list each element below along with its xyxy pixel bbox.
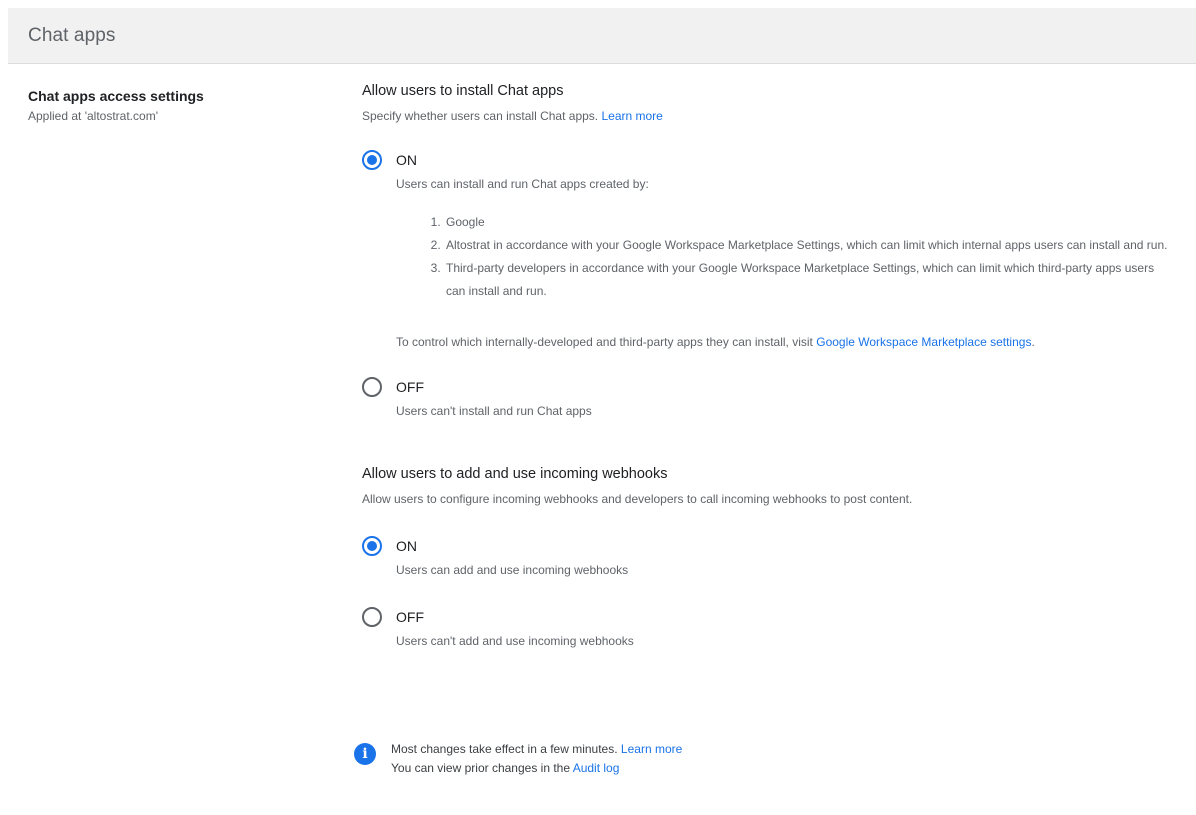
webhooks-off-description: Users can't add and use incoming webhook… bbox=[396, 634, 634, 648]
install-off-radio[interactable] bbox=[362, 377, 382, 397]
header-bar: Chat apps bbox=[8, 8, 1196, 64]
info-line-2: You can view prior changes in the Audit … bbox=[391, 759, 682, 778]
settings-section-info: Chat apps access settings Applied at 'al… bbox=[28, 88, 348, 123]
install-apps-group: Allow users to install Chat apps Specify… bbox=[362, 83, 1172, 418]
info-line-1-text: Most changes take effect in a few minute… bbox=[391, 742, 618, 756]
info-notice: i Most changes take effect in a few minu… bbox=[354, 740, 682, 778]
settings-panel: Allow users to install Chat apps Specify… bbox=[362, 83, 1172, 648]
install-off-label: OFF bbox=[396, 379, 424, 395]
info-line-2-text: You can view prior changes in the bbox=[391, 761, 571, 775]
info-learn-more-link[interactable]: Learn more bbox=[621, 742, 682, 756]
webhooks-option-off[interactable]: OFF Users can't add and use incoming web… bbox=[362, 607, 1172, 648]
webhooks-group: Allow users to add and use incoming webh… bbox=[362, 466, 1172, 648]
webhooks-off-label: OFF bbox=[396, 609, 424, 625]
section-title: Chat apps access settings bbox=[28, 88, 204, 104]
webhooks-description: Allow users to configure incoming webhoo… bbox=[362, 492, 913, 506]
install-on-radio[interactable] bbox=[362, 150, 382, 170]
app-creator-list: Google Altostrat in accordance with your… bbox=[396, 211, 1174, 303]
webhooks-title: Allow users to add and use incoming webh… bbox=[362, 466, 668, 482]
webhooks-on-description: Users can add and use incoming webhooks bbox=[396, 563, 629, 577]
install-apps-description-text: Specify whether users can install Chat a… bbox=[362, 109, 599, 123]
webhooks-on-radio[interactable] bbox=[362, 536, 382, 556]
install-on-description: Users can install and run Chat apps crea… bbox=[396, 177, 649, 191]
webhooks-on-label: ON bbox=[396, 538, 417, 554]
install-option-off[interactable]: OFF Users can't install and run Chat app… bbox=[362, 377, 1172, 418]
audit-log-link[interactable]: Audit log bbox=[573, 761, 620, 775]
marketplace-control-note: To control which internally-developed an… bbox=[396, 335, 1172, 349]
list-item: Third-party developers in accordance wit… bbox=[444, 257, 1174, 303]
info-line-1: Most changes take effect in a few minute… bbox=[391, 740, 682, 759]
install-on-label: ON bbox=[396, 152, 417, 168]
list-item: Google bbox=[444, 211, 1174, 234]
marketplace-control-text: To control which internally-developed an… bbox=[396, 335, 813, 349]
marketplace-control-end: . bbox=[1031, 335, 1035, 349]
info-text: Most changes take effect in a few minute… bbox=[391, 740, 682, 778]
list-item: Altostrat in accordance with your Google… bbox=[444, 234, 1174, 257]
install-learn-more-link[interactable]: Learn more bbox=[601, 109, 662, 123]
install-apps-title: Allow users to install Chat apps bbox=[362, 83, 564, 99]
install-off-description: Users can't install and run Chat apps bbox=[396, 404, 592, 418]
section-applied-at: Applied at 'altostrat.com' bbox=[28, 109, 158, 123]
install-apps-description: Specify whether users can install Chat a… bbox=[362, 109, 1172, 123]
webhooks-option-on[interactable]: ON Users can add and use incoming webhoo… bbox=[362, 536, 1172, 577]
info-icon: i bbox=[354, 743, 376, 765]
install-option-on[interactable]: ON Users can install and run Chat apps c… bbox=[362, 150, 1174, 349]
page-title: Chat apps bbox=[28, 24, 116, 46]
webhooks-off-radio[interactable] bbox=[362, 607, 382, 627]
marketplace-settings-link[interactable]: Google Workspace Marketplace settings bbox=[816, 335, 1031, 349]
